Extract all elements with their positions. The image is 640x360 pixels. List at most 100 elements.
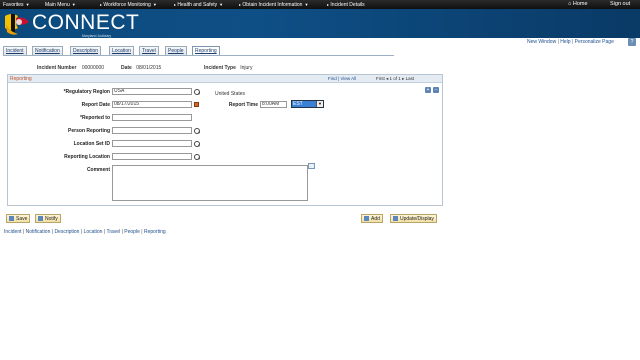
separator: |: [557, 39, 559, 45]
timezone-select[interactable]: EST ▼: [291, 100, 324, 108]
tab-travel[interactable]: Travel: [139, 46, 159, 55]
add-button[interactable]: Add: [361, 214, 383, 223]
reporting-title: Reporting: [10, 76, 32, 82]
separator: |: [51, 229, 54, 235]
nav-workforce-monitoring[interactable]: ▸ Workforce Monitoring ▼: [98, 2, 157, 8]
regulatory-region-input[interactable]: USA: [112, 88, 192, 95]
report-time-label: Report Time: [228, 102, 258, 108]
region-lookup-icon[interactable]: [194, 89, 200, 95]
bottom-link-description[interactable]: Description: [54, 229, 79, 235]
prev-icon[interactable]: ◂: [386, 76, 388, 81]
home-link[interactable]: ⌂ Home: [568, 1, 588, 7]
bottom-link-notification[interactable]: Notification: [26, 229, 51, 235]
chevron-right-icon: ▸: [174, 2, 177, 7]
person-lookup-icon[interactable]: [194, 128, 200, 134]
add-label: Add: [371, 216, 380, 222]
person-reporting-input[interactable]: [112, 127, 192, 134]
next-icon[interactable]: ▸: [402, 76, 404, 81]
maryland-flag-logo-icon: [5, 14, 29, 35]
bottom-link-incident[interactable]: Incident: [4, 229, 22, 235]
calendar-icon[interactable]: [194, 102, 199, 107]
report-time-input[interactable]: 8:00AM: [260, 101, 287, 108]
nav-main-menu-label: Main Menu: [45, 2, 70, 8]
incident-number-label: Incident Number: [37, 65, 77, 71]
reporting-find-viewall: Find | View All: [328, 76, 357, 81]
nav-obtain-incident[interactable]: ▸ Obtain Incident Information ▼: [237, 2, 308, 8]
nav-favorites[interactable]: Favorites ▼: [3, 2, 30, 8]
spell-check-icon[interactable]: [308, 163, 315, 169]
incident-number-value: 00000000: [81, 65, 105, 71]
date-label: Date: [121, 65, 132, 71]
tab-description[interactable]: Description: [70, 46, 102, 55]
nav-main-menu[interactable]: Main Menu ▼: [45, 2, 76, 8]
bottom-link-reporting[interactable]: Reporting: [144, 229, 166, 235]
reporting-location-label: Reporting Location: [64, 154, 110, 160]
home-label: Home: [572, 1, 588, 7]
update-display-button[interactable]: Update/Display: [390, 214, 437, 223]
bottom-link-travel[interactable]: Travel: [106, 229, 120, 235]
chevron-down-icon: ▼: [152, 2, 157, 7]
nav-obtain-incident-label: Obtain Incident Information: [242, 2, 303, 8]
report-date-input[interactable]: 08/17/2015: [112, 101, 192, 108]
incident-type-field: Incident Type Injury: [204, 65, 252, 71]
chevron-down-icon: ▼: [316, 101, 323, 107]
last-link[interactable]: Last: [406, 76, 415, 81]
reported-to-input[interactable]: [112, 114, 192, 121]
brand-banner: CONNECT Maryland Judiciary: [0, 9, 640, 38]
tab-people[interactable]: People: [165, 46, 187, 55]
reporting-location-input[interactable]: [112, 153, 192, 160]
bottom-link-location[interactable]: Location: [84, 229, 103, 235]
date-field: Date 08/01/2015: [121, 65, 161, 71]
location-set-id-input[interactable]: [112, 140, 192, 147]
chevron-right-icon: ▸: [239, 2, 242, 7]
reporting-section: Reporting Find | View All First ◂ 1 of 1…: [7, 74, 443, 206]
tab-reporting[interactable]: Reporting: [192, 46, 220, 55]
delete-row-icon[interactable]: −: [433, 87, 439, 93]
person-reporting-label: Person Reporting: [68, 128, 110, 134]
personalize-page-link[interactable]: Personalize Page: [575, 39, 614, 45]
incident-number-field: Incident Number 00000000: [37, 65, 104, 71]
help-icon[interactable]: ?: [628, 38, 636, 46]
nav-workforce-label: Workforce Monitoring: [103, 2, 151, 8]
chevron-down-icon: ▼: [304, 2, 309, 7]
add-icon: [364, 216, 369, 221]
reporting-pager: First ◂ 1 of 1 ▸ Last: [376, 76, 414, 82]
notify-button[interactable]: Notify: [35, 214, 61, 223]
pager-text: 1 of 1: [389, 76, 401, 81]
separator: |: [571, 39, 574, 45]
tab-notification[interactable]: Notification: [32, 46, 63, 55]
chevron-down-icon: ▼: [25, 2, 30, 7]
tabs-divider: [3, 55, 394, 56]
nav-incident-details[interactable]: ▸ Incident Details: [325, 2, 365, 8]
separator: |: [121, 229, 123, 235]
reporting-location-lookup-icon[interactable]: [194, 154, 200, 160]
update-display-icon: [393, 216, 398, 221]
add-row-icon[interactable]: +: [425, 87, 431, 93]
regulatory-region-label: *Regulatory Region: [63, 89, 110, 95]
update-display-label: Update/Display: [400, 216, 434, 222]
tab-incident[interactable]: Incident: [3, 46, 27, 55]
brand-subtitle: Maryland Judiciary: [82, 34, 112, 38]
view-all-link[interactable]: View All: [340, 76, 356, 81]
find-link[interactable]: Find: [328, 76, 337, 81]
bottom-link-people[interactable]: People: [124, 229, 140, 235]
chevron-down-icon: ▼: [219, 2, 224, 7]
reported-to-label: *Reported to: [80, 115, 110, 121]
signout-link[interactable]: Sign out: [610, 1, 630, 7]
tab-location[interactable]: Location: [109, 46, 134, 55]
save-button[interactable]: Save: [6, 214, 31, 223]
region-description: United States: [215, 91, 246, 97]
chevron-right-icon: ▸: [327, 2, 330, 7]
comment-label: Comment: [86, 167, 110, 173]
help-link[interactable]: Help: [560, 39, 570, 45]
nav-favorites-label: Favorites: [3, 2, 24, 8]
incident-type-value: Injury: [240, 65, 253, 71]
home-icon: ⌂: [568, 1, 572, 7]
location-set-lookup-icon[interactable]: [194, 141, 200, 147]
comment-textarea[interactable]: [112, 165, 308, 201]
bottom-page-links: Incident | Notification | Description | …: [4, 229, 166, 235]
date-value: 08/01/2015: [136, 65, 162, 71]
first-link[interactable]: First: [376, 76, 385, 81]
new-window-link[interactable]: New Window: [527, 39, 556, 45]
nav-health-safety[interactable]: ▸ Health and Safety ▼: [172, 2, 223, 8]
